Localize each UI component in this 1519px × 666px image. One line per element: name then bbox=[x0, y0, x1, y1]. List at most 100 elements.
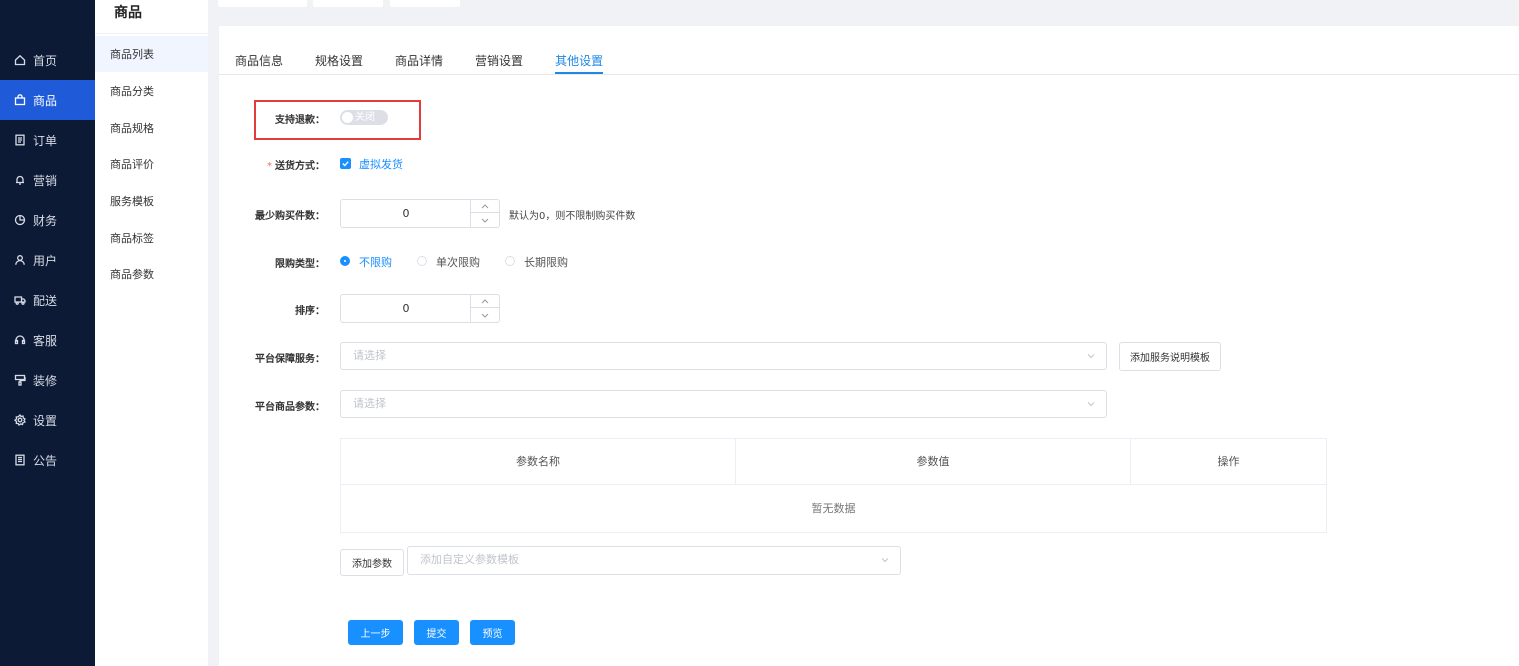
sidebar-item-label: 装修 bbox=[33, 373, 58, 388]
user-icon bbox=[14, 254, 26, 266]
prev-step-button[interactable]: 上一步 bbox=[348, 620, 403, 645]
sidebar-item-products[interactable]: 商品 bbox=[0, 80, 95, 120]
params-table: 参数名称 参数值 操作 暂无数据 bbox=[340, 438, 1327, 533]
virtual-delivery-label[interactable]: 虚拟发货 bbox=[359, 156, 403, 172]
chevron-down-icon bbox=[881, 558, 889, 563]
chevron-up-icon bbox=[481, 203, 489, 208]
form-tabs: 商品信息 规格设置 商品详情 营销设置 其他设置 bbox=[235, 52, 635, 74]
sidebar-item-label: 公告 bbox=[33, 453, 58, 468]
subnav-item-product-list[interactable]: 商品列表 bbox=[95, 36, 208, 72]
increment-button[interactable] bbox=[471, 295, 499, 308]
sidebar-item-notice[interactable]: 公告 bbox=[0, 440, 95, 480]
sidebar-item-delivery[interactable]: 配送 bbox=[0, 280, 95, 320]
min-purchase-stepper[interactable]: 0 bbox=[340, 199, 500, 228]
column-actions: 操作 bbox=[1217, 455, 1240, 468]
tab-product-info[interactable]: 商品信息 bbox=[235, 52, 283, 74]
sidebar-item-users[interactable]: 用户 bbox=[0, 240, 95, 280]
page-tab[interactable] bbox=[218, 0, 307, 7]
switch-knob bbox=[342, 112, 353, 123]
tab-product-detail[interactable]: 商品详情 bbox=[395, 52, 443, 74]
submit-button[interactable]: 提交 bbox=[414, 620, 459, 645]
sidebar-item-decoration[interactable]: 装修 bbox=[0, 360, 95, 400]
column-param-value: 参数值 bbox=[736, 439, 1131, 485]
preview-button[interactable]: 预览 bbox=[470, 620, 515, 645]
select-placeholder: 请选择 bbox=[353, 349, 386, 362]
sidebar-item-service[interactable]: 客服 bbox=[0, 320, 95, 360]
virtual-delivery-checkbox[interactable] bbox=[340, 158, 351, 169]
chevron-up-icon bbox=[481, 298, 489, 303]
content-panel: 商品信息 规格设置 商品详情 营销设置 其他设置 支持退款： 关闭 * 送货方式：… bbox=[218, 26, 1519, 666]
add-service-template-button[interactable]: 添加服务说明模板 bbox=[1119, 342, 1221, 371]
delivery-label: * 送货方式： bbox=[219, 157, 325, 172]
stepper-value[interactable]: 0 bbox=[341, 200, 471, 227]
subnav-item-service-template[interactable]: 服务模板 bbox=[95, 183, 208, 219]
sidebar-item-label: 首页 bbox=[33, 53, 58, 68]
pie-chart-icon bbox=[14, 214, 26, 226]
bag-icon bbox=[14, 94, 26, 106]
required-mark: * bbox=[267, 161, 272, 172]
tab-other-settings[interactable]: 其他设置 bbox=[555, 52, 604, 74]
sort-stepper[interactable]: 0 bbox=[340, 294, 500, 323]
column-param-name: 参数名称 bbox=[341, 439, 736, 485]
subnav-item-tag[interactable]: 商品标签 bbox=[95, 220, 208, 256]
add-param-button[interactable]: 添加参数 bbox=[340, 549, 404, 576]
subnav-item-review[interactable]: 商品评价 bbox=[95, 146, 208, 182]
check-icon bbox=[342, 161, 349, 167]
subnav-item-params[interactable]: 商品参数 bbox=[95, 256, 208, 292]
sidebar-item-label: 设置 bbox=[33, 413, 58, 428]
increment-button[interactable] bbox=[471, 200, 499, 213]
sidebar-item-label: 财务 bbox=[33, 213, 58, 228]
subnav-item-category[interactable]: 商品分类 bbox=[95, 73, 208, 109]
bell-icon bbox=[14, 174, 26, 186]
decrement-button[interactable] bbox=[471, 214, 499, 227]
gear-icon bbox=[14, 414, 26, 426]
home-icon bbox=[14, 54, 26, 66]
select-placeholder: 请选择 bbox=[353, 397, 386, 410]
radio-single-limit-label[interactable]: 单次限购 bbox=[436, 254, 480, 270]
tab-spec-settings[interactable]: 规格设置 bbox=[315, 52, 363, 74]
sidebar-item-label: 客服 bbox=[33, 333, 58, 348]
refund-switch[interactable]: 关闭 bbox=[340, 110, 388, 125]
radio-single-limit[interactable] bbox=[417, 256, 427, 266]
min-purchase-label: 最少购买件数： bbox=[255, 211, 325, 222]
radio-long-term-limit-label[interactable]: 长期限购 bbox=[524, 254, 568, 270]
stepper-value[interactable]: 0 bbox=[341, 295, 471, 322]
subnav-item-spec[interactable]: 商品规格 bbox=[95, 110, 208, 146]
sidebar-item-settings[interactable]: 设置 bbox=[0, 400, 95, 440]
sub-sidebar: 商品 商品列表 商品分类 商品规格 商品评价 服务模板 商品标签 商品参数 bbox=[95, 0, 208, 666]
truck-icon bbox=[14, 294, 26, 306]
table-header: 参数名称 参数值 操作 bbox=[341, 439, 1326, 485]
tab-marketing-settings[interactable]: 营销设置 bbox=[475, 52, 523, 74]
page-tab[interactable] bbox=[390, 0, 460, 7]
param-template-select[interactable]: 添加自定义参数模板 bbox=[407, 546, 901, 575]
sidebar-item-home[interactable]: 首页 bbox=[0, 40, 95, 80]
tabs-divider bbox=[219, 74, 1519, 75]
headset-icon bbox=[14, 334, 26, 346]
main-sidebar: 首页 商品 订单 营销 财务 用户 配送 客服 装修 设置 公告 bbox=[0, 0, 95, 666]
sidebar-item-label: 商品 bbox=[33, 93, 58, 108]
platform-params-label: 平台商品参数： bbox=[255, 402, 325, 413]
document-icon bbox=[14, 134, 26, 146]
radio-long-term-limit[interactable] bbox=[505, 256, 515, 266]
stepper-buttons bbox=[470, 295, 499, 322]
sidebar-item-finance[interactable]: 财务 bbox=[0, 200, 95, 240]
chevron-down-icon bbox=[1087, 354, 1095, 359]
platform-service-select[interactable]: 请选择 bbox=[340, 342, 1107, 370]
sidebar-item-label: 用户 bbox=[33, 253, 58, 268]
brush-icon bbox=[14, 374, 26, 386]
min-purchase-hint: 默认为0，则不限制购买件数 bbox=[509, 211, 636, 222]
platform-service-label: 平台保障服务： bbox=[255, 354, 325, 365]
chevron-down-icon bbox=[481, 218, 489, 223]
platform-params-select[interactable]: 请选择 bbox=[340, 390, 1107, 418]
sidebar-item-label: 营销 bbox=[33, 173, 58, 188]
radio-no-limit-label[interactable]: 不限购 bbox=[359, 254, 392, 270]
switch-text: 关闭 bbox=[355, 112, 375, 123]
sidebar-item-marketing[interactable]: 营销 bbox=[0, 160, 95, 200]
sidebar-item-label: 配送 bbox=[33, 293, 58, 308]
subnav-title: 商品 bbox=[95, 0, 208, 34]
decrement-button[interactable] bbox=[471, 309, 499, 322]
table-empty-text: 暂无数据 bbox=[811, 502, 856, 515]
radio-no-limit[interactable] bbox=[340, 256, 350, 266]
page-tab[interactable] bbox=[313, 0, 383, 7]
sidebar-item-orders[interactable]: 订单 bbox=[0, 120, 95, 160]
